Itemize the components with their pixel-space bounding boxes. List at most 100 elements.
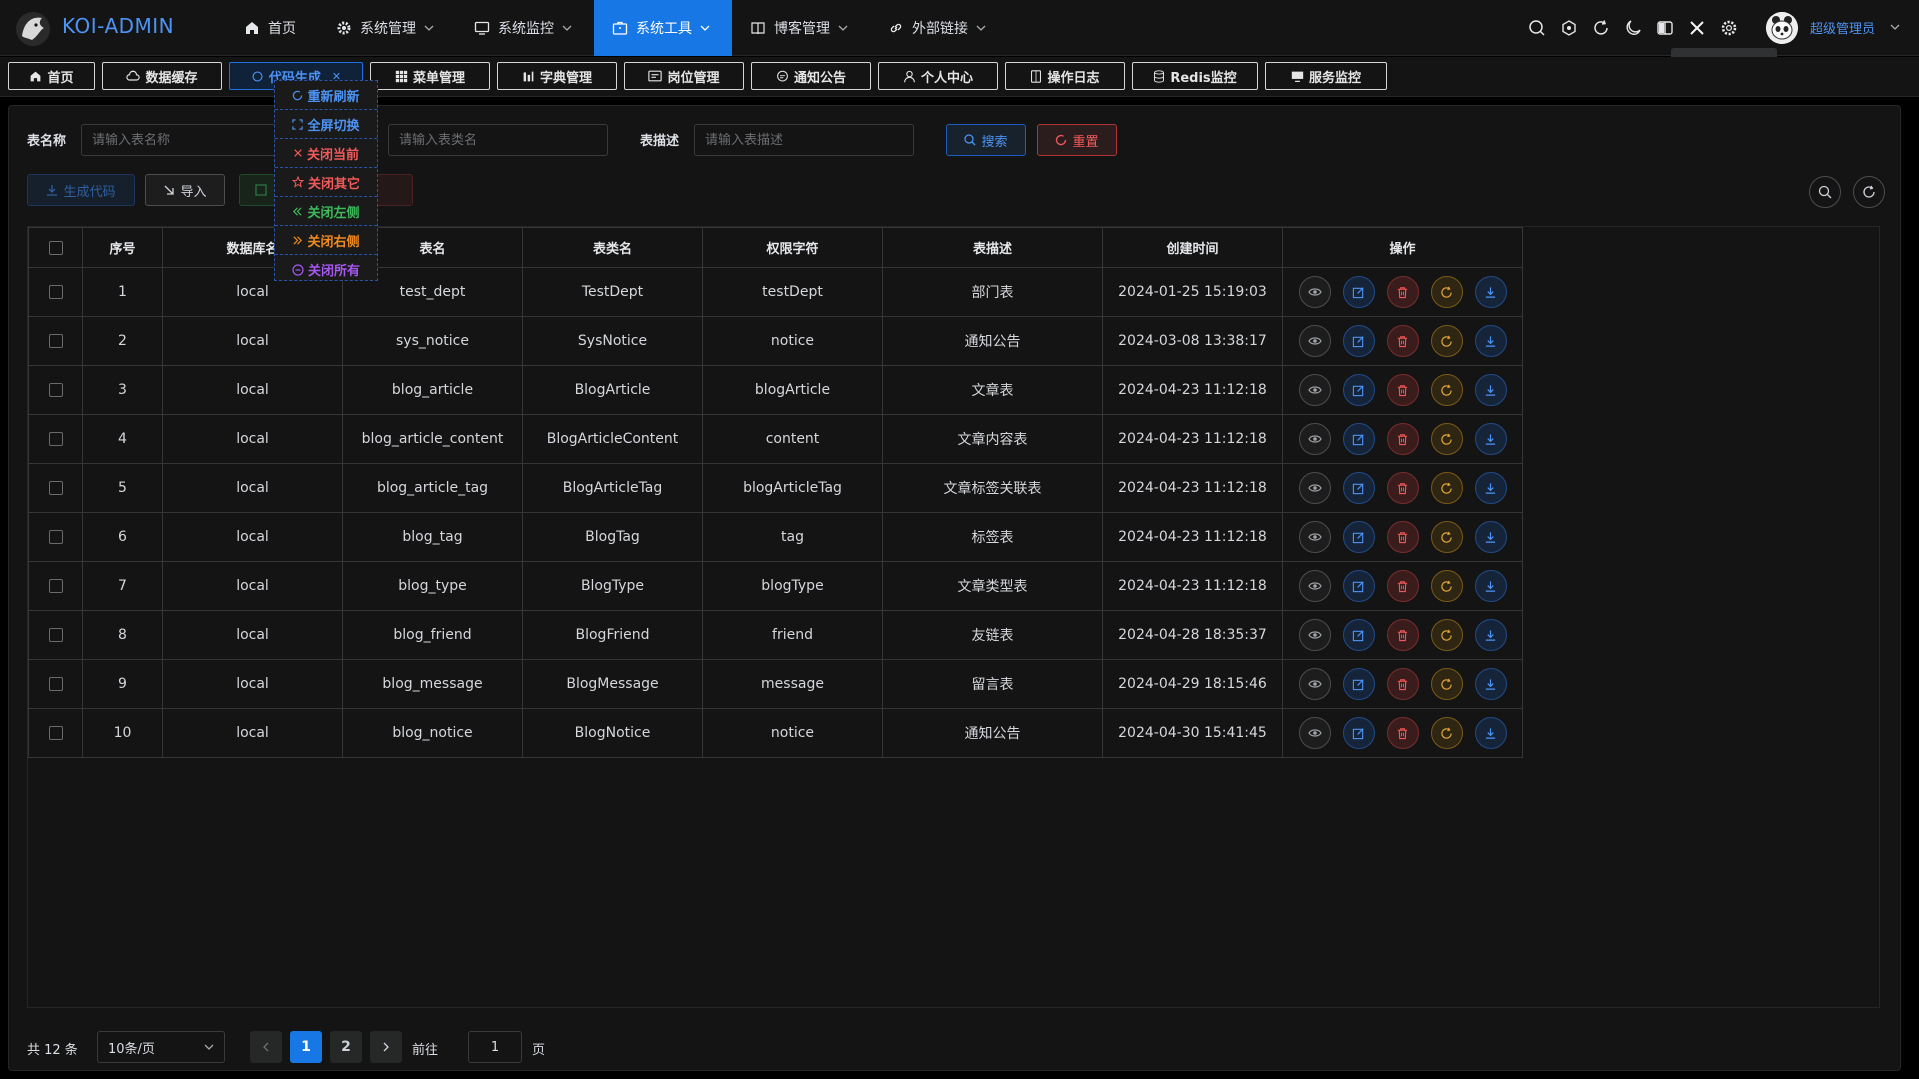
- row-checkbox[interactable]: [48, 628, 63, 642]
- view-button[interactable]: [1298, 423, 1331, 455]
- select-all-checkbox[interactable]: [48, 240, 63, 255]
- search-icon[interactable]: [1527, 18, 1547, 38]
- sync-button[interactable]: [1430, 619, 1463, 651]
- view-button[interactable]: [1298, 619, 1331, 651]
- koi-logo-icon[interactable]: [14, 10, 52, 48]
- delete-button[interactable]: [1386, 276, 1419, 308]
- tab-service-monitor[interactable]: 服务监控: [1265, 62, 1387, 90]
- topnav-system-monitor[interactable]: 系统监控: [456, 0, 594, 56]
- tab-personal-center[interactable]: 个人中心: [878, 62, 998, 90]
- class-name-input[interactable]: [388, 124, 608, 156]
- generate-code-button[interactable]: 生成代码: [27, 174, 135, 206]
- ctx-close-others[interactable]: 关闭其它: [275, 168, 377, 197]
- download-button[interactable]: [1474, 472, 1507, 504]
- tab-notice[interactable]: 通知公告: [751, 62, 871, 90]
- tab-home[interactable]: 首页: [8, 62, 95, 90]
- search-toggle-button[interactable]: [1809, 176, 1841, 208]
- download-button[interactable]: [1474, 717, 1507, 749]
- download-button[interactable]: [1474, 276, 1507, 308]
- download-button[interactable]: [1474, 619, 1507, 651]
- row-checkbox[interactable]: [48, 334, 63, 348]
- avatar[interactable]: [1766, 12, 1798, 44]
- download-button[interactable]: [1474, 325, 1507, 357]
- delete-button[interactable]: [1386, 619, 1419, 651]
- ctx-close-right[interactable]: 关闭右侧: [275, 226, 377, 255]
- ctx-refresh[interactable]: 重新刷新: [275, 81, 377, 110]
- ctx-close-current[interactable]: 关闭当前: [275, 139, 377, 168]
- edit-button[interactable]: [1342, 276, 1375, 308]
- ctx-close-left[interactable]: 关闭左侧: [275, 197, 377, 226]
- view-button[interactable]: [1298, 325, 1331, 357]
- topnav-external-links[interactable]: 外部链接: [870, 0, 1008, 56]
- tab-menu-manage[interactable]: 菜单管理: [370, 62, 490, 90]
- edit-button[interactable]: [1342, 374, 1375, 406]
- view-button[interactable]: [1298, 276, 1331, 308]
- username[interactable]: 超级管理员: [1810, 18, 1875, 37]
- edit-button[interactable]: [1342, 717, 1375, 749]
- sync-button[interactable]: [1430, 668, 1463, 700]
- download-button[interactable]: [1474, 668, 1507, 700]
- next-page-button[interactable]: [370, 1031, 402, 1063]
- sync-button[interactable]: [1430, 276, 1463, 308]
- edit-button[interactable]: [1342, 570, 1375, 602]
- topnav-home[interactable]: 首页: [226, 0, 318, 56]
- tab-operation-log[interactable]: 操作日志: [1005, 62, 1125, 90]
- delete-button[interactable]: [1386, 325, 1419, 357]
- view-button[interactable]: [1298, 717, 1331, 749]
- row-checkbox[interactable]: [48, 481, 63, 495]
- ctx-close-all[interactable]: 关闭所有: [275, 255, 377, 284]
- view-button[interactable]: [1298, 521, 1331, 553]
- download-button[interactable]: [1474, 423, 1507, 455]
- refresh-table-button[interactable]: [1853, 176, 1885, 208]
- row-checkbox[interactable]: [48, 726, 63, 740]
- download-button[interactable]: [1474, 570, 1507, 602]
- sync-button[interactable]: [1430, 570, 1463, 602]
- sync-button[interactable]: [1430, 472, 1463, 504]
- delete-button[interactable]: [1386, 472, 1419, 504]
- page-size-select[interactable]: 10条/页: [97, 1031, 225, 1063]
- row-checkbox[interactable]: [48, 530, 63, 544]
- layout-icon[interactable]: [1655, 18, 1675, 38]
- table-name-input[interactable]: [81, 124, 277, 156]
- delete-button[interactable]: [1386, 521, 1419, 553]
- page-1-button[interactable]: 1: [290, 1031, 322, 1063]
- moon-icon[interactable]: [1623, 18, 1643, 38]
- row-checkbox[interactable]: [48, 579, 63, 593]
- sync-button[interactable]: [1430, 717, 1463, 749]
- tab-dict-manage[interactable]: 字典管理: [497, 62, 617, 90]
- download-button[interactable]: [1474, 374, 1507, 406]
- prev-page-button[interactable]: [250, 1031, 282, 1063]
- delete-button[interactable]: [1386, 717, 1419, 749]
- edit-button[interactable]: [1342, 668, 1375, 700]
- ctx-fullscreen[interactable]: 全屏切换: [275, 110, 377, 139]
- sync-button[interactable]: [1430, 325, 1463, 357]
- close-fullscreen-icon[interactable]: [1687, 18, 1707, 38]
- view-button[interactable]: [1298, 570, 1331, 602]
- tab-redis-monitor[interactable]: Redis监控: [1132, 62, 1258, 90]
- topnav-system-manage[interactable]: 系统管理: [318, 0, 456, 56]
- view-button[interactable]: [1298, 668, 1331, 700]
- row-checkbox[interactable]: [48, 677, 63, 691]
- edit-button[interactable]: [1342, 521, 1375, 553]
- delete-button[interactable]: [1386, 570, 1419, 602]
- import-button[interactable]: 导入: [145, 174, 225, 206]
- edit-button[interactable]: [1342, 472, 1375, 504]
- search-button[interactable]: 搜索: [946, 124, 1026, 156]
- goto-page-input[interactable]: [468, 1031, 522, 1063]
- tab-post-manage[interactable]: 岗位管理: [624, 62, 744, 90]
- settings-icon[interactable]: [1719, 18, 1739, 38]
- page-2-button[interactable]: 2: [330, 1031, 362, 1063]
- download-button[interactable]: [1474, 521, 1507, 553]
- sync-button[interactable]: [1430, 423, 1463, 455]
- row-checkbox[interactable]: [48, 432, 63, 446]
- delete-button[interactable]: [1386, 668, 1419, 700]
- sync-button[interactable]: [1430, 521, 1463, 553]
- sync-button[interactable]: [1430, 374, 1463, 406]
- edit-button[interactable]: [1342, 423, 1375, 455]
- palette-icon[interactable]: [1559, 18, 1579, 38]
- topnav-system-tools[interactable]: 系统工具: [594, 0, 732, 56]
- table-desc-input[interactable]: [694, 124, 914, 156]
- view-button[interactable]: [1298, 472, 1331, 504]
- edit-button[interactable]: [1342, 325, 1375, 357]
- delete-button[interactable]: [1386, 423, 1419, 455]
